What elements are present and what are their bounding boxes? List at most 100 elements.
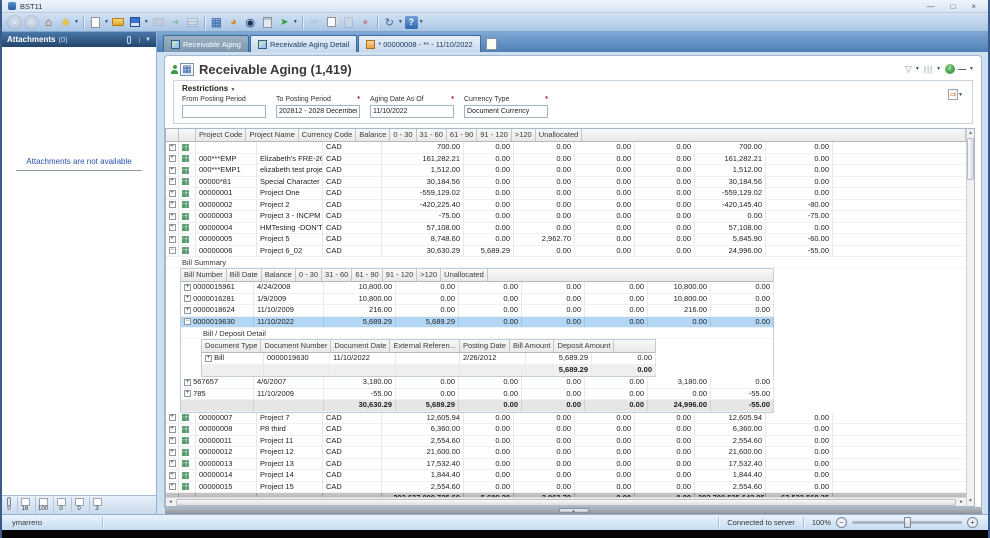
export-icon[interactable]: ⇨ [948, 89, 958, 100]
column-header[interactable]: 0 - 30 [296, 269, 322, 281]
save-icon[interactable] [128, 15, 143, 30]
bill-row-selected[interactable]: − 0000019630 11/10/20225,689.295,689.29 … [181, 317, 773, 329]
column-header[interactable]: 91 - 120 [383, 269, 418, 281]
splitter-handle[interactable]: ▲ [559, 508, 589, 513]
project-row[interactable]: + ▦ 00000011Project 11CAD 2,554.600.000.… [166, 436, 966, 448]
zoom-slider[interactable] [852, 521, 962, 524]
columns-dropdown-icon[interactable]: ▼ [936, 66, 941, 72]
favorites-icon[interactable]: ★ [58, 15, 73, 30]
expand-row-icon[interactable]: + [205, 355, 212, 362]
collapse-row-icon[interactable]: − [184, 318, 191, 325]
bill-row[interactable]: + 785 11/10/2009-55.000.00 0.000.000.00 … [181, 389, 773, 401]
expand-row-icon[interactable]: + [169, 414, 176, 421]
tab-receivable-aging[interactable]: Receivable Aging [163, 35, 249, 52]
document-row[interactable]: + Bill 000001963011/10/2022 2/26/20125,6… [202, 353, 655, 365]
expand-row-icon[interactable]: + [169, 224, 176, 231]
project-row[interactable]: + ▦ 00000002Project 2CAD -420,225.400.00… [166, 200, 966, 212]
copy-icon[interactable] [324, 15, 339, 30]
column-header[interactable]: Balance [356, 129, 390, 141]
column-header[interactable]: 61 - 90 [447, 129, 477, 141]
column-header[interactable]: Unallocated [536, 129, 583, 141]
expand-row-icon[interactable]: + [169, 483, 176, 490]
maximize-button[interactable]: □ [950, 2, 955, 11]
expand-row-icon[interactable]: + [169, 437, 176, 444]
help-dropdown-icon[interactable]: ▼ [419, 19, 424, 25]
status-counter[interactable]: 0 [53, 497, 68, 513]
horizontal-scroll-thumb[interactable] [176, 499, 956, 506]
chart-icon[interactable]: ◕ [226, 15, 241, 30]
expand-row-icon[interactable]: + [169, 144, 176, 151]
export-dropdown-icon[interactable]: ▼ [958, 92, 963, 98]
aging-date-input[interactable] [370, 105, 454, 118]
panel-menu-icon[interactable]: ▼ [139, 37, 151, 43]
run-process-icon[interactable]: ➤ [277, 15, 292, 30]
expand-row-icon[interactable]: + [169, 155, 176, 162]
collapse-row-icon[interactable]: − [169, 247, 176, 254]
help-icon[interactable]: ? [405, 16, 418, 29]
zoom-in-button[interactable]: + [967, 517, 978, 528]
zoom-slider-thumb[interactable] [904, 517, 911, 528]
save-dropdown-icon[interactable]: ▼ [144, 19, 149, 25]
bill-row[interactable]: + 0000018624 11/10/2009216.000.00 0.000.… [181, 305, 773, 317]
refresh-icon[interactable]: ↻ [382, 15, 397, 30]
paperclip-icon[interactable] [7, 497, 11, 506]
project-row[interactable]: + ▦ 00000008P8 thirdCAD 6,360.000.000.00… [166, 424, 966, 436]
project-row[interactable]: + ▦ 00000004HMTesting -DON'TU...CAD 57,1… [166, 223, 966, 235]
bill-row[interactable]: + 0000015961 4/24/200810,800.000.00 0.00… [181, 282, 773, 294]
column-header[interactable]: Bill Amount [510, 340, 555, 352]
column-header[interactable]: Project Name [246, 129, 298, 141]
back-icon[interactable]: ◄ [7, 15, 22, 30]
expand-row-icon[interactable]: + [169, 178, 176, 185]
grid-view-icon[interactable]: ▦ [209, 15, 224, 30]
zoom-out-button[interactable]: − [836, 517, 847, 528]
expand-row-icon[interactable]: + [184, 307, 191, 314]
project-row[interactable]: + ▦ CAD 700.000.000.00 0.000.00700.00 0.… [166, 142, 966, 154]
vertical-scrollbar[interactable]: ▲ ▼ [966, 128, 975, 507]
expand-row-icon[interactable]: + [169, 190, 176, 197]
expand-row-icon[interactable]: + [169, 236, 176, 243]
project-row-expanded[interactable]: − ▦ 00000006Project 6_02CAD 30,630.295,6… [166, 246, 966, 258]
project-row[interactable]: + ▦ 00000001Project OneCAD -559,129.020.… [166, 188, 966, 200]
column-header[interactable]: Document Date [331, 340, 390, 352]
favorites-dropdown-icon[interactable]: ▼ [74, 19, 79, 25]
column-chooser-icon[interactable]: ||| [924, 65, 933, 74]
expand-row-icon[interactable]: + [169, 426, 176, 433]
project-row[interactable]: + ▦ 00000015Project 15CAD 2,554.600.000.… [166, 482, 966, 494]
expand-row-icon[interactable]: + [169, 460, 176, 467]
project-row[interactable]: + ▦ 000***EMPElizabeth's FRE-269 -...CAD… [166, 154, 966, 166]
currency-type-input[interactable] [464, 105, 548, 118]
project-row[interactable]: + ▦ 00000003Project 3 - INCPMCAD -75.000… [166, 211, 966, 223]
dashboard-icon[interactable]: ◉ [243, 15, 258, 30]
collapse-dropdown-icon[interactable]: ▼ [969, 66, 974, 72]
open-icon[interactable] [111, 15, 126, 30]
pin-icon[interactable] [127, 36, 131, 44]
column-header[interactable]: Document Number [261, 340, 331, 352]
from-posting-period-input[interactable] [182, 105, 266, 118]
close-button[interactable]: × [971, 2, 976, 11]
new-icon[interactable] [88, 15, 103, 30]
status-counter[interactable]: 3 [89, 497, 104, 513]
column-header[interactable]: 31 - 60 [322, 269, 352, 281]
expand-row-icon[interactable]: + [169, 213, 176, 220]
column-header[interactable]: 0 - 30 [390, 129, 416, 141]
project-row[interactable]: + ▦ 00000005Project 5CAD 8,748.600.002,9… [166, 234, 966, 246]
scroll-left-icon[interactable]: ◄ [166, 499, 175, 505]
horizontal-scrollbar[interactable]: ◄ ► [166, 497, 966, 506]
refresh-dropdown-icon[interactable]: ▼ [398, 19, 403, 25]
scroll-down-icon[interactable]: ▼ [968, 497, 973, 506]
column-header[interactable]: >120 [417, 269, 441, 281]
project-row[interactable]: + ▦ 00000007Project 7CAD 12,605.940.000.… [166, 413, 966, 425]
new-dropdown-icon[interactable]: ▼ [104, 19, 109, 25]
to-posting-period-input[interactable] [276, 105, 360, 118]
column-header[interactable]: Balance [262, 269, 296, 281]
project-row[interactable]: + ▦ 00000014Project 14CAD 1,844.400.000.… [166, 470, 966, 482]
project-row[interactable]: + ▦ 000***EMP1elizabeth test project...C… [166, 165, 966, 177]
tab-receivable-aging-detail[interactable]: Receivable Aging Detail [250, 35, 357, 52]
new-tab-button[interactable] [486, 38, 497, 50]
expand-row-icon[interactable]: + [184, 295, 191, 302]
expand-row-icon[interactable]: + [184, 284, 191, 291]
bill-row[interactable]: + 0000016281 1/9/200910,800.000.00 0.000… [181, 294, 773, 306]
project-row[interactable]: + ▦ 00000*81Special Character Pr...CAD 3… [166, 177, 966, 189]
filter-dropdown-icon[interactable]: ▼ [915, 66, 920, 72]
column-header[interactable]: >120 [512, 129, 536, 141]
